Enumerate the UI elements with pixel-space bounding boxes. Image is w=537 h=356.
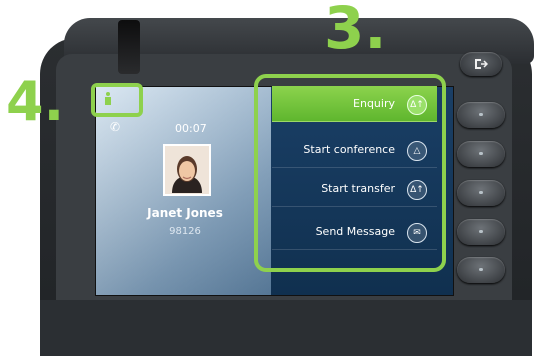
softkey-4[interactable] [457, 219, 505, 245]
exit-icon [475, 59, 488, 69]
softkey-2[interactable] [457, 141, 505, 167]
callout-box-menu [254, 74, 446, 272]
key-indicator [479, 191, 483, 194]
callout-number-4: 4. [6, 70, 65, 133]
softkey-5[interactable] [457, 257, 505, 283]
contact-name: Janet Jones [147, 206, 223, 220]
key-indicator [479, 230, 483, 233]
phone-lower-frame [40, 300, 532, 356]
callout-number-3: 3. [324, 0, 387, 62]
contact-number: 98126 [169, 226, 201, 237]
key-indicator [479, 152, 483, 155]
callout-box-status [91, 83, 143, 117]
key-indicator [479, 113, 483, 116]
call-timer: 00:07 [175, 122, 207, 135]
handset-clip [118, 20, 140, 74]
softkey-3[interactable] [457, 180, 505, 206]
softkey-1[interactable] [457, 102, 505, 128]
phone-call-icon: ✆ [110, 120, 121, 134]
exit-button[interactable] [460, 52, 502, 76]
contact-avatar [163, 144, 211, 196]
key-indicator [479, 268, 483, 271]
